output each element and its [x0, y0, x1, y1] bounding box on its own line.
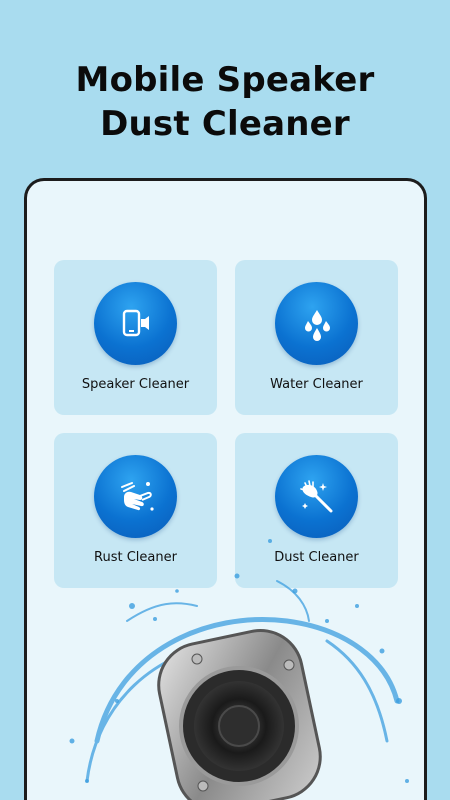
headline-line-2: Dust Cleaner: [100, 104, 350, 144]
phone-screen: Speaker Cleaner Water Cleaner Rust Clean…: [24, 178, 427, 800]
headline: Mobile Speaker Dust Cleaner: [0, 58, 450, 146]
speaker-splash-illustration: [69, 539, 409, 800]
headline-line-1: Mobile Speaker: [75, 60, 375, 100]
